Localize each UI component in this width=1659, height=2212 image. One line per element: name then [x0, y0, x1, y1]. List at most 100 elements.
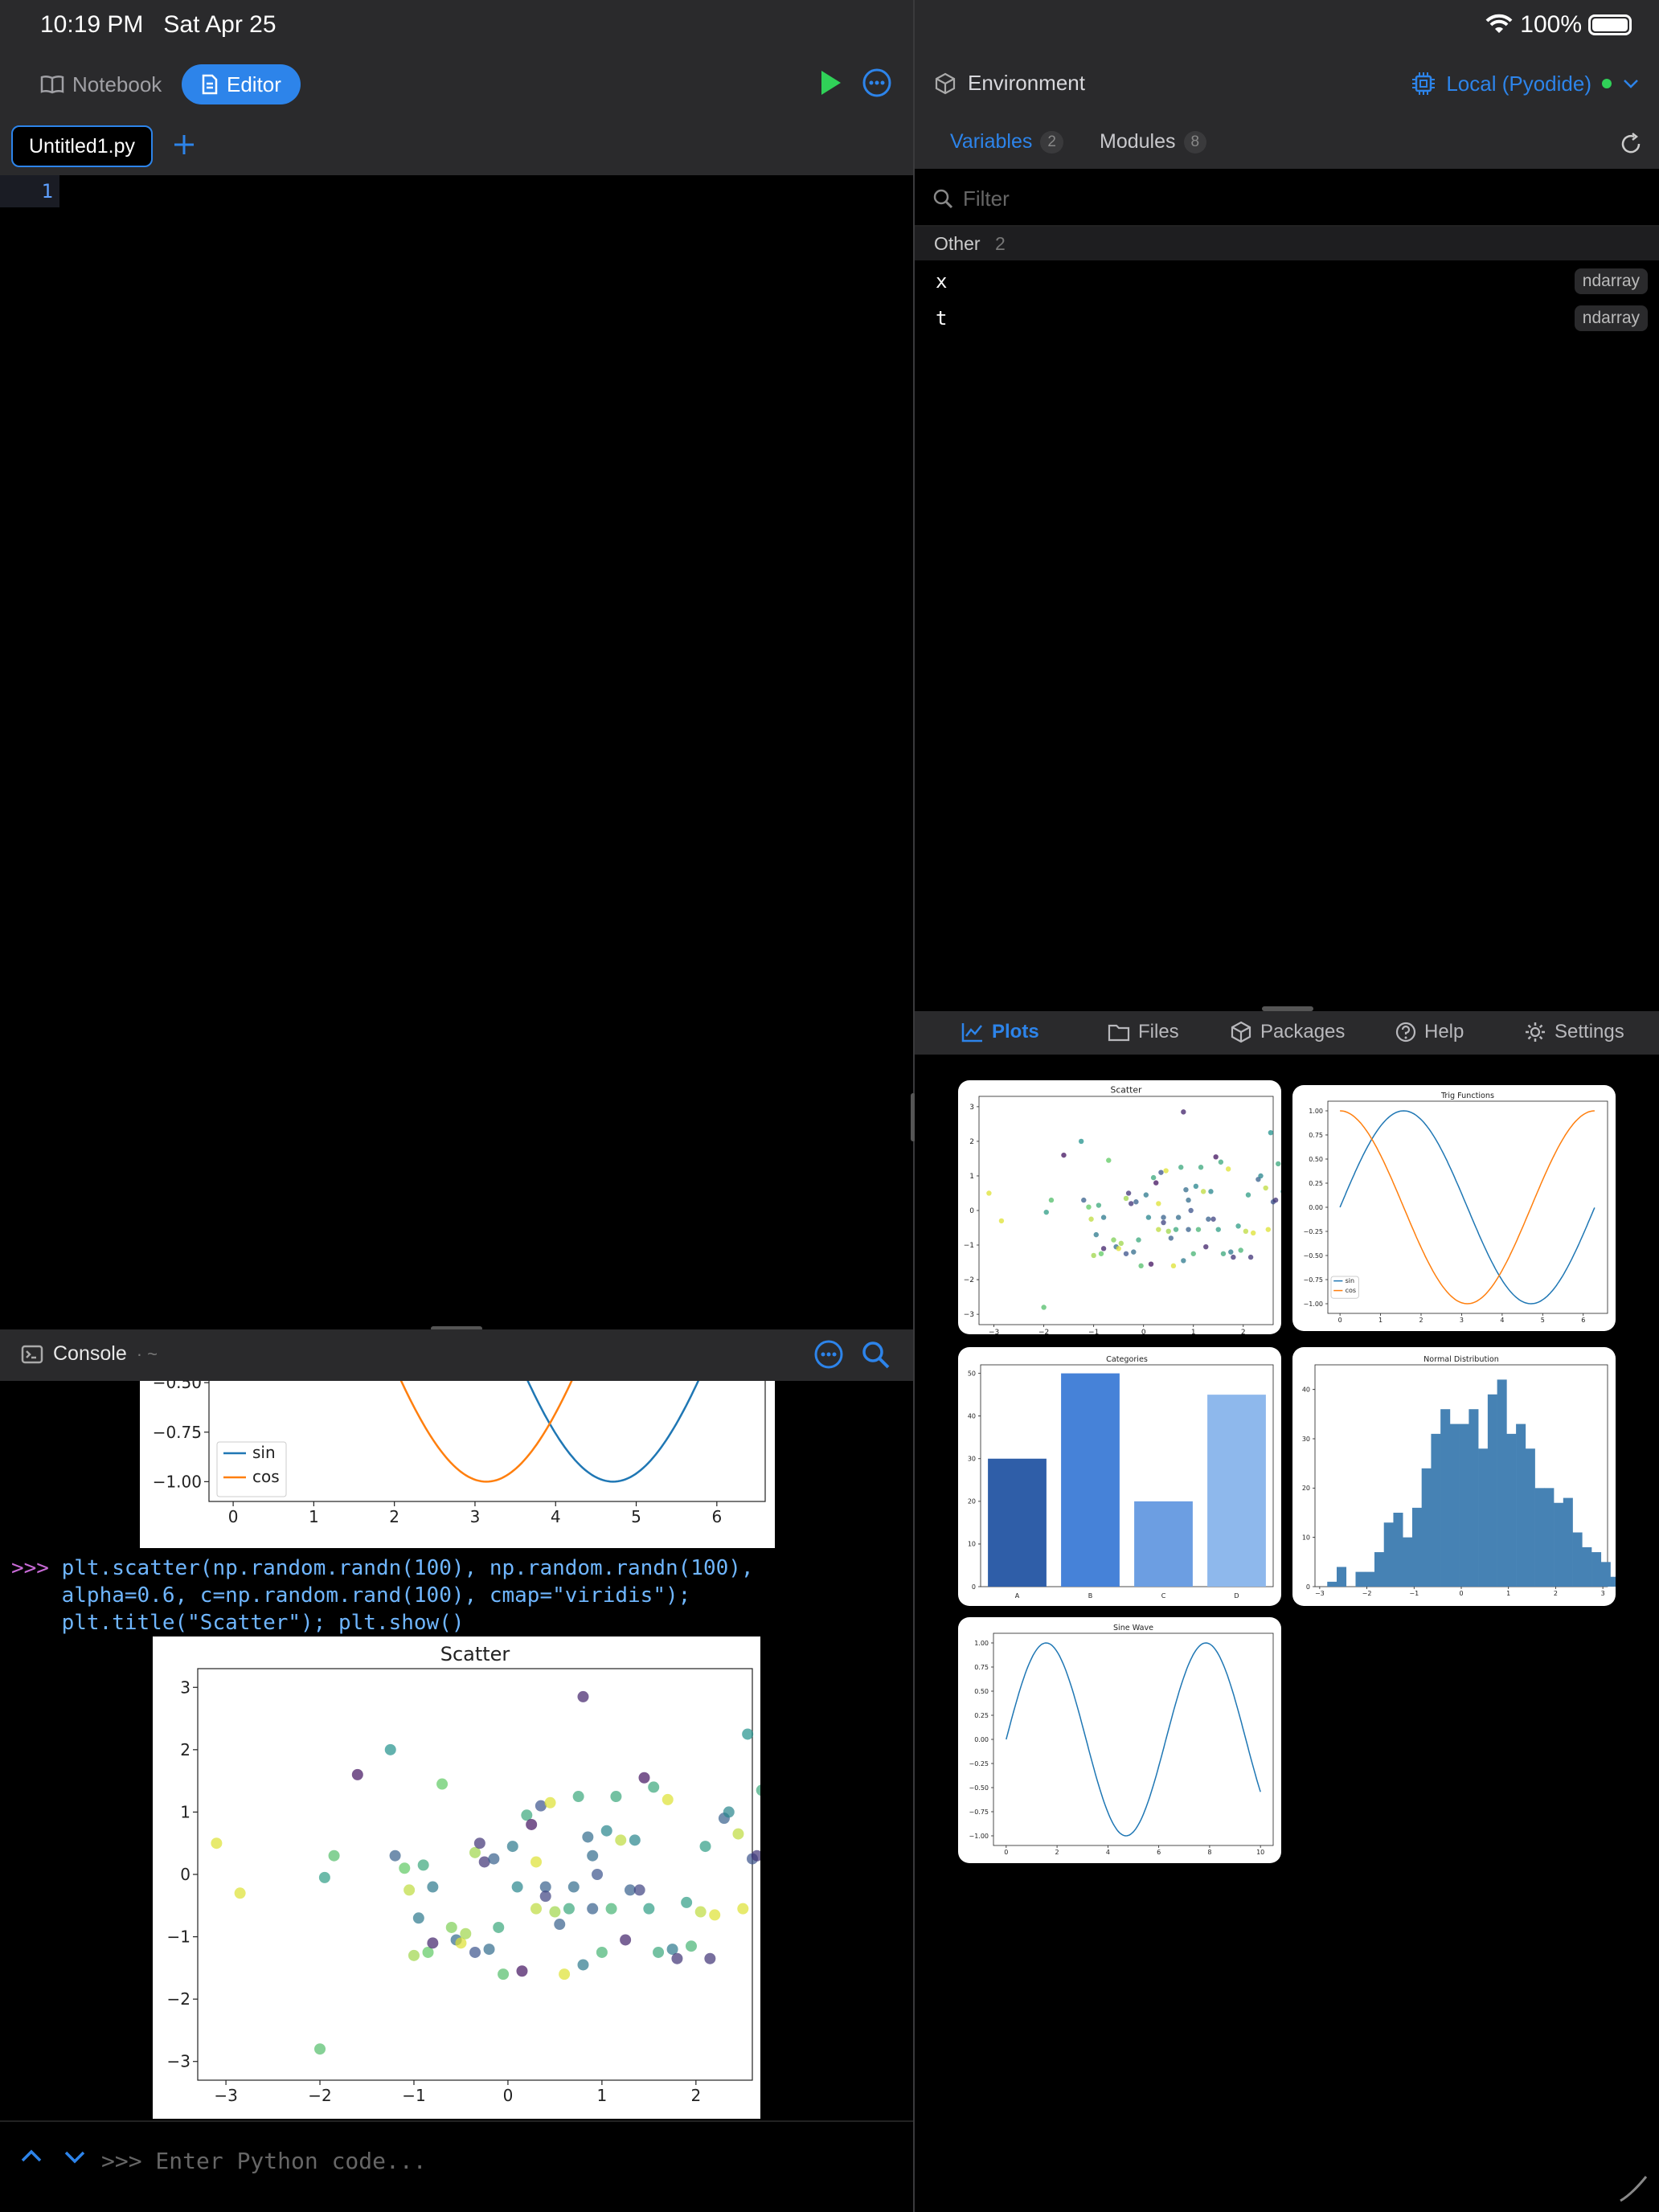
- plot-card-normal[interactable]: −3 −2 −1 0 1 2 3 0 10 20 30 40 Normal Distribution: [1292, 1347, 1616, 1606]
- scatter-point: [610, 1791, 622, 1803]
- bar-B: [1061, 1373, 1120, 1587]
- notebook-button[interactable]: Notebook: [21, 64, 181, 104]
- histogram-bar: [1582, 1546, 1592, 1587]
- scatter-point: [732, 1828, 744, 1840]
- line-number: 1: [0, 175, 59, 207]
- scatter-point: [1175, 1215, 1182, 1220]
- scatter-point: [516, 1965, 528, 1977]
- y-tick-label: 50: [968, 1370, 976, 1377]
- scatter-point: [530, 1856, 543, 1868]
- scatter-point: [587, 1849, 599, 1862]
- console-output[interactable]: 0123456−1.00−0.75−0.50−0.250.000.250.500…: [0, 1381, 913, 2120]
- scatter-point: [1091, 1252, 1096, 1259]
- variable-row[interactable]: x ndarray: [915, 262, 1659, 299]
- history-arrows: [19, 2144, 87, 2169]
- more-icon[interactable]: [813, 1339, 844, 1370]
- scatter-point: [399, 1862, 411, 1874]
- console-input-bar[interactable]: >>> Enter Python code...: [0, 2120, 913, 2212]
- histogram-bar: [1421, 1468, 1432, 1587]
- tab-files-label: Files: [1138, 1021, 1179, 1043]
- scatter-point: [483, 1944, 495, 1956]
- scatter-point: [1165, 1228, 1171, 1235]
- editor-button[interactable]: Editor: [182, 64, 301, 104]
- scatter-point: [1168, 1235, 1174, 1241]
- search-icon[interactable]: [860, 1339, 891, 1370]
- scatter-point: [1138, 1263, 1144, 1269]
- tab-files[interactable]: Files: [1108, 1021, 1179, 1043]
- x-tick-label: 0: [1459, 1590, 1463, 1597]
- y-tick-label: −2: [167, 1989, 190, 2009]
- x-tick-label: D: [1234, 1592, 1239, 1600]
- code-editor[interactable]: 1: [0, 175, 913, 1329]
- variable-row[interactable]: t ndarray: [915, 299, 1659, 336]
- refresh-icon[interactable]: [1619, 132, 1643, 156]
- notebook-label: Notebook: [72, 72, 162, 96]
- scatter-point: [605, 1903, 617, 1915]
- terminal-icon: [21, 1345, 43, 1363]
- x-tick-label: 2: [1241, 1329, 1246, 1334]
- scatter-point: [1088, 1216, 1094, 1222]
- scatter-point: [1276, 1161, 1281, 1167]
- plot-card-sine[interactable]: 0 2 4 6 8 10 −1.00 −0.75 −0.50 −0.25 0.00 0.25 0.50 0…: [958, 1617, 1281, 1863]
- tab-variables[interactable]: Variables 2: [950, 130, 1063, 154]
- tab-plots[interactable]: Plots: [961, 1021, 1039, 1043]
- histogram-bar: [1478, 1448, 1489, 1587]
- run-icon[interactable]: [817, 68, 844, 97]
- x-tick-label: 2: [389, 1507, 399, 1526]
- tab-help[interactable]: Help: [1395, 1021, 1464, 1043]
- y-tick-label: 0.50: [1309, 1156, 1323, 1163]
- scatter-point: [1096, 1202, 1102, 1208]
- variable-group-header[interactable]: Other 2: [915, 227, 1659, 260]
- scatter-point: [1131, 1249, 1137, 1255]
- x-tick-label: 1: [1191, 1329, 1196, 1334]
- pencil-icon[interactable]: [1616, 2170, 1651, 2206]
- console-trig-plot: 0123456−1.00−0.75−0.50−0.250.000.250.500…: [140, 1381, 775, 1548]
- scatter-point: [1106, 1157, 1112, 1163]
- tab-untitled1[interactable]: Untitled1.py: [11, 125, 154, 167]
- scatter-point: [1156, 1201, 1161, 1206]
- console-input[interactable]: >>> Enter Python code...: [101, 2148, 427, 2174]
- legend-label: sin: [252, 1443, 276, 1462]
- x-tick-label: 4: [551, 1507, 561, 1526]
- tab-modules[interactable]: Modules 8: [1100, 130, 1207, 154]
- plot-card-scatter[interactable]: −3 −2 −1 0 1 2 −3 −2 −1 0 1 2 3 Scatter: [958, 1080, 1281, 1334]
- plot-card-trig[interactable]: 0 1 2 3 4 5 6 −1.00 −0.75 −0.50 −0.25 0.00 0.25 0.50 0…: [1292, 1085, 1616, 1331]
- kernel-selector[interactable]: Local (Pyodide): [1411, 71, 1640, 96]
- histogram-bar: [1487, 1394, 1497, 1587]
- tab-packages[interactable]: Packages: [1230, 1021, 1345, 1043]
- histogram-bar: [1497, 1379, 1507, 1587]
- scatter-point: [1198, 1165, 1204, 1170]
- chevron-up-icon[interactable]: [19, 2144, 43, 2169]
- variable-type: ndarray: [1574, 268, 1648, 294]
- scatter-point: [1125, 1190, 1132, 1196]
- scatter-point: [671, 1952, 683, 1964]
- chart-icon: [961, 1023, 982, 1043]
- tab-settings[interactable]: Settings: [1524, 1021, 1624, 1043]
- scatter-point: [1116, 1246, 1121, 1251]
- scatter-point: [351, 1768, 363, 1780]
- scatter-point: [389, 1849, 401, 1862]
- scatter-point: [511, 1881, 523, 1893]
- cpu-icon: [1412, 72, 1436, 95]
- y-tick-label: −3: [964, 1311, 974, 1319]
- x-tick-label: −3: [1315, 1590, 1325, 1597]
- scatter-point: [1247, 1254, 1254, 1260]
- plot-card-categories[interactable]: 0 10 20 30 40 50 Categories A B C D: [958, 1347, 1281, 1606]
- scatter-point: [1093, 1231, 1099, 1238]
- y-tick-label: −1: [167, 1927, 190, 1947]
- filter-input[interactable]: Filter: [963, 186, 1010, 211]
- group-name: Other: [934, 233, 981, 254]
- chevron-down-icon[interactable]: [63, 2144, 87, 2169]
- scatter-point: [488, 1853, 500, 1865]
- x-tick-label: 0: [1141, 1329, 1146, 1334]
- code-line-2: alpha=0.6, c=np.random.rand(100), cmap="…: [11, 1583, 691, 1608]
- file-tab-bar: Untitled1.py: [0, 119, 913, 175]
- console-prompt: >>>: [11, 1556, 49, 1580]
- add-tab-button[interactable]: [172, 129, 196, 165]
- x-tick-label: −2: [1038, 1329, 1049, 1334]
- x-tick-label: 3: [1601, 1590, 1605, 1597]
- modules-count: 8: [1183, 130, 1207, 154]
- histogram-bar: [1449, 1423, 1460, 1587]
- more-icon[interactable]: [862, 68, 892, 98]
- histogram-bar: [1525, 1448, 1535, 1587]
